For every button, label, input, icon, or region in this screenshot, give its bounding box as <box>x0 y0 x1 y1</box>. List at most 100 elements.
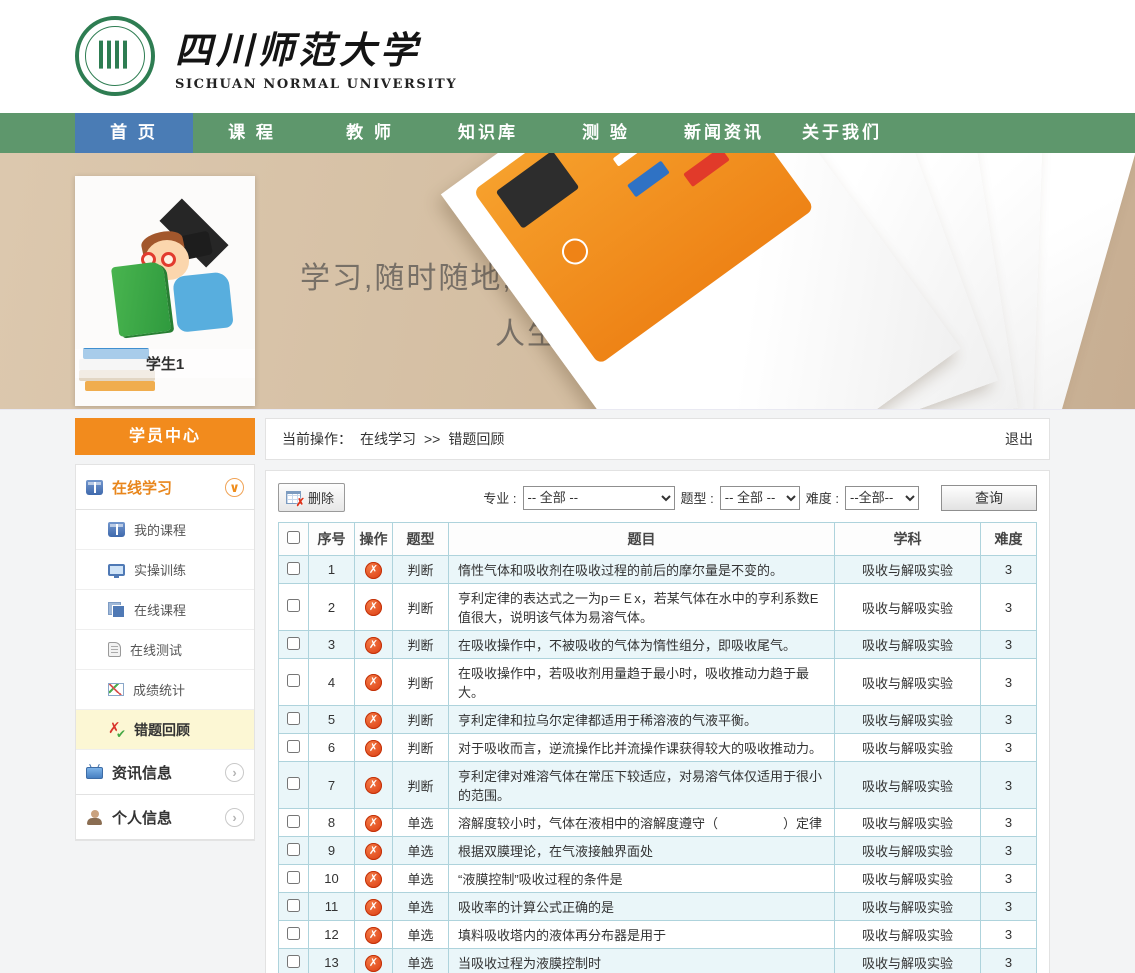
col-header-num: 序号 <box>308 522 355 556</box>
table-row: 9 单选 根据双膜理论，在气液接触界面处 吸收与解吸实验 3 <box>278 836 1037 865</box>
university-name-en: SICHUAN NORMAL UNIVERSITY <box>175 77 458 92</box>
delete-row-icon[interactable] <box>365 711 382 729</box>
row-checkbox[interactable] <box>287 599 300 612</box>
row-checkbox[interactable] <box>287 954 300 968</box>
table-row: 6 判断 对于吸收而言，逆流操作比并流操作课获得较大的吸收推动力。 吸收与解吸实… <box>278 733 1037 762</box>
row-subject: 吸收与解吸实验 <box>834 948 981 973</box>
breadcrumb-section[interactable]: 在线学习 <box>360 429 416 449</box>
row-subject: 吸收与解吸实验 <box>834 808 981 837</box>
row-number: 10 <box>308 864 355 893</box>
wrong-questions-panel: 删除 专业 : -- 全部 -- 题型 : -- 全部 -- 难度 : --全部… <box>265 470 1050 973</box>
search-button[interactable]: 查询 <box>941 484 1037 511</box>
nav-item[interactable]: 关于我们 <box>783 113 901 153</box>
row-question-type: 判断 <box>392 630 449 659</box>
table-row: 5 判断 亨利定律和拉乌尔定律都适用于稀溶液的气液平衡。 吸收与解吸实验 3 <box>278 705 1037 734</box>
row-difficulty: 3 <box>980 733 1037 762</box>
monitor-icon <box>108 563 125 578</box>
delete-row-icon[interactable] <box>365 599 382 616</box>
breadcrumb: 当前操作： 在线学习 >> 错题回顾 退出 <box>265 418 1050 460</box>
row-difficulty: 3 <box>980 864 1037 893</box>
row-difficulty: 3 <box>980 555 1037 584</box>
nav-item[interactable]: 新闻资讯 <box>665 113 783 153</box>
row-checkbox[interactable] <box>287 739 300 753</box>
row-question-type: 单选 <box>392 808 449 837</box>
nav-item[interactable]: 教 师 <box>311 113 429 153</box>
page-header: 四川师范大学 SICHUAN NORMAL UNIVERSITY <box>0 0 1135 113</box>
sidebar-item-label: 在线课程 <box>134 603 187 618</box>
table-header-row: 序号 操作 题型 题目 学科 难度 <box>278 522 1037 556</box>
row-checkbox[interactable] <box>287 898 300 912</box>
sidebar-item[interactable]: 错题回顾 <box>76 710 254 750</box>
row-question-text: 在吸收操作中，不被吸收的气体为惰性组分，即吸收尾气。 <box>448 630 835 659</box>
row-question-type: 判断 <box>392 555 449 584</box>
row-difficulty: 3 <box>980 920 1037 949</box>
row-subject: 吸收与解吸实验 <box>834 583 981 631</box>
row-question-text: 吸收率的计算公式正确的是 <box>448 892 835 921</box>
row-difficulty: 3 <box>980 836 1037 865</box>
nav-item[interactable]: 知识库 <box>429 113 547 153</box>
row-question-text: 填料吸收塔内的液体再分布器是用于 <box>448 920 835 949</box>
main-area: 学员中心 在线学习 ∨ 我的课程 实操训练 在线课程 在线测试 成绩统计 ✗ ✔… <box>0 410 1135 973</box>
row-checkbox[interactable] <box>287 777 300 790</box>
qtype-select[interactable]: -- 全部 -- <box>719 485 800 510</box>
delete-row-icon[interactable] <box>365 898 382 916</box>
row-subject: 吸收与解吸实验 <box>834 733 981 762</box>
delete-row-icon[interactable] <box>365 561 382 579</box>
row-checkbox[interactable] <box>287 636 300 650</box>
sidebar-item[interactable]: 成绩统计 <box>76 670 254 710</box>
row-question-type: 单选 <box>392 892 449 921</box>
sidebar-item[interactable]: 在线测试 <box>76 630 254 670</box>
nav-item[interactable]: 测 验 <box>547 113 665 153</box>
row-checkbox[interactable] <box>287 711 300 725</box>
row-checkbox[interactable] <box>287 926 300 940</box>
delete-row-icon[interactable] <box>365 926 382 944</box>
row-difficulty: 3 <box>980 630 1037 659</box>
logout-button[interactable]: 退出 <box>1005 429 1033 449</box>
nav-item[interactable]: 首 页 <box>75 113 193 153</box>
delete-row-icon[interactable] <box>365 814 382 832</box>
sidebar-item-label: 资讯信息 <box>112 764 173 782</box>
row-checkbox[interactable] <box>287 842 300 856</box>
row-number: 11 <box>308 892 355 921</box>
row-checkbox[interactable] <box>287 561 300 575</box>
row-difficulty: 3 <box>980 892 1037 921</box>
sidebar-item[interactable]: 实操训练 <box>76 550 254 590</box>
sidebar-item[interactable]: 在线学习 ∨ <box>76 465 254 510</box>
row-question-type: 判断 <box>392 733 449 762</box>
delete-row-icon[interactable] <box>365 842 382 860</box>
delete-row-icon[interactable] <box>365 636 382 654</box>
toolbar: 删除 专业 : -- 全部 -- 题型 : -- 全部 -- 难度 : --全部… <box>278 483 1037 512</box>
col-header-question: 题目 <box>448 522 835 556</box>
major-select[interactable]: -- 全部 -- <box>522 485 675 510</box>
breadcrumb-separator: >> <box>424 431 441 447</box>
col-header-difficulty: 难度 <box>980 522 1037 556</box>
banner: 学习,随时随地;考试,无往不利; 人生,持续出彩. 学生1 <box>0 153 1135 410</box>
delete-row-icon[interactable] <box>365 870 382 888</box>
row-subject: 吸收与解吸实验 <box>834 864 981 893</box>
row-number: 4 <box>308 658 355 706</box>
sidebar-item[interactable]: 在线课程 <box>76 590 254 630</box>
delete-button[interactable]: 删除 <box>278 483 346 512</box>
delete-row-icon[interactable] <box>365 739 382 757</box>
row-question-type: 判断 <box>392 658 449 706</box>
delete-row-icon[interactable] <box>365 674 382 691</box>
major-filter-label: 专业 : <box>483 491 517 506</box>
row-question-text: “液膜控制”吸收过程的条件是 <box>448 864 835 893</box>
delete-row-icon[interactable] <box>365 777 382 794</box>
table-row: 10 单选 “液膜控制”吸收过程的条件是 吸收与解吸实验 3 <box>278 864 1037 893</box>
sidebar-item[interactable]: 资讯信息 › <box>76 750 254 795</box>
row-checkbox[interactable] <box>287 674 300 687</box>
nav-item[interactable]: 课 程 <box>193 113 311 153</box>
select-all-checkbox[interactable] <box>287 531 300 544</box>
sidebar-title-student-center[interactable]: 学员中心 <box>75 418 255 455</box>
row-checkbox[interactable] <box>287 870 300 884</box>
person-icon <box>86 809 103 825</box>
row-question-text: 亨利定律的表达式之一为p＝Ｅx，若某气体在水中的亨利系数E值很大，说明该气体为易… <box>448 583 835 631</box>
row-checkbox[interactable] <box>287 814 300 828</box>
difficulty-select[interactable]: --全部-- <box>845 485 919 510</box>
sidebar-item[interactable]: 我的课程 <box>76 510 254 550</box>
col-header-op: 操作 <box>354 522 393 556</box>
delete-row-icon[interactable] <box>365 954 382 972</box>
row-number: 9 <box>308 836 355 865</box>
sidebar-item[interactable]: 个人信息 › <box>76 795 254 840</box>
